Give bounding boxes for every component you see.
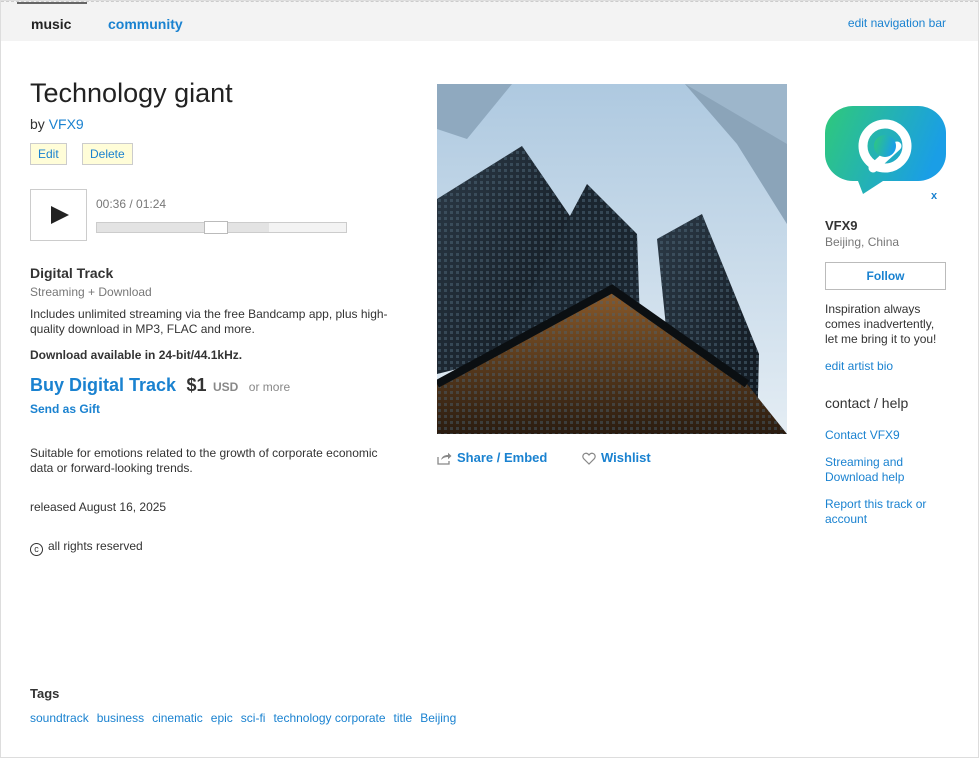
tag-link[interactable]: Beijing [420, 711, 456, 725]
heart-icon [582, 452, 596, 465]
tag-list: soundtrack business cinematic epic sci-fi tec… [30, 711, 464, 725]
edit-navigation-bar-link[interactable]: edit navigation bar [848, 16, 946, 30]
contact-help-heading: contact / help [825, 395, 909, 411]
album-art[interactable] [437, 84, 787, 434]
tag-link[interactable]: soundtrack [30, 711, 89, 725]
tag-link[interactable]: epic [211, 711, 233, 725]
edit-artist-bio-link[interactable]: edit artist bio [825, 359, 893, 373]
digital-track-title: Digital Track [30, 265, 114, 281]
by-label: by [30, 116, 45, 132]
buffered-bar [97, 223, 269, 232]
tab-community[interactable]: community [108, 16, 183, 32]
progress-thumb[interactable] [204, 221, 228, 234]
skyscrapers-image [437, 84, 787, 434]
follow-button[interactable]: Follow [825, 262, 946, 290]
contact-artist-link[interactable]: Contact VFX9 [825, 428, 955, 443]
tag-link[interactable]: business [97, 711, 144, 725]
digital-track-subtitle: Streaming + Download [30, 285, 152, 299]
report-link[interactable]: Report this track or account [825, 497, 943, 527]
artist-location: Beijing, China [825, 235, 900, 249]
edit-button[interactable]: Edit [30, 143, 67, 165]
copyright-icon: c [30, 543, 43, 556]
progress-bar[interactable] [96, 221, 347, 234]
or-more-label: or more [248, 380, 291, 394]
navigation-bar: music community edit navigation bar [1, 1, 978, 41]
active-tab-indicator [17, 2, 87, 4]
track-about: Suitable for emotions related to the gro… [30, 446, 378, 475]
tags-heading: Tags [30, 686, 60, 701]
rights-label: all rights reserved [48, 539, 143, 553]
release-date: released August 16, 2025 [30, 500, 167, 514]
tag-link[interactable]: cinematic [152, 711, 203, 725]
tag-link[interactable]: title [394, 711, 413, 725]
buy-digital-track-link[interactable]: Buy Digital Track [30, 375, 176, 395]
share-label: Share / Embed [457, 450, 548, 465]
track-title: Technology giant [30, 78, 233, 108]
close-icon[interactable]: x [927, 190, 941, 202]
download-note: Download available in 24-bit/44.1kHz. [30, 348, 243, 362]
digital-track-description: Includes unlimited streaming via the fre… [30, 307, 388, 336]
play-button[interactable] [30, 189, 87, 241]
share-icon [437, 452, 452, 465]
play-icon [51, 206, 69, 224]
wishlist-button[interactable]: Wishlist [582, 450, 651, 465]
price: $1 [186, 375, 207, 395]
byline: by VFX9 [30, 116, 84, 132]
artist-link[interactable]: VFX9 [49, 116, 84, 132]
artist-bio: Inspiration always comes inadvertently, … [825, 302, 937, 346]
streaming-help-link[interactable]: Streaming and Download help [825, 455, 920, 485]
currency: USD [213, 380, 239, 394]
buy-row: Buy Digital Track $1 USD or more [30, 375, 290, 396]
share-embed-button[interactable]: Share / Embed [437, 450, 547, 465]
tag-link[interactable]: technology corporate [273, 711, 385, 725]
rights-notice: c all rights reserved [30, 539, 143, 556]
artist-name[interactable]: VFX9 [825, 218, 858, 233]
time-display: 00:36 / 01:24 [96, 197, 167, 211]
artist-avatar[interactable] [825, 106, 946, 194]
delete-button[interactable]: Delete [82, 143, 133, 165]
artist-logo-image [825, 106, 946, 194]
tag-link[interactable]: sci-fi [241, 711, 266, 725]
tab-music[interactable]: music [31, 16, 71, 32]
send-as-gift-link[interactable]: Send as Gift [30, 402, 100, 416]
wishlist-label: Wishlist [601, 450, 651, 465]
